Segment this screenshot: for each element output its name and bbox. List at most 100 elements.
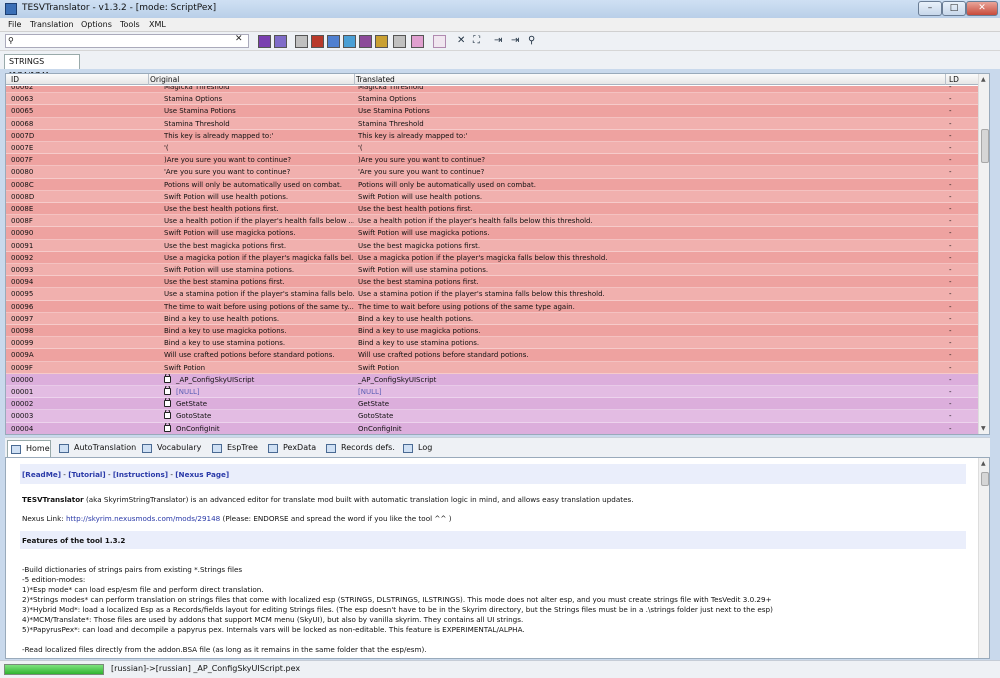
menu-tools[interactable]: Tools	[120, 20, 140, 29]
scroll-up-icon[interactable]: ▲	[981, 76, 986, 83]
cell-translated[interactable]: OnConfigInit	[358, 423, 938, 434]
tab-home[interactable]: Home	[7, 440, 51, 457]
export-icon[interactable]: ⇥	[494, 35, 502, 47]
tab-pexdata[interactable]: PexData	[265, 440, 317, 457]
table-row[interactable]: 00098 Bind a key to use magicka potions. B…	[6, 325, 978, 338]
filter-untranslated-button[interactable]	[258, 35, 271, 48]
strings-grid[interactable]: ID Original Translated LD 00062 Magicka T…	[5, 73, 990, 435]
filter-translated-button[interactable]	[327, 35, 340, 48]
table-row[interactable]: 0008D Swift Potion will use health potion…	[6, 190, 978, 203]
table-row[interactable]: 00092 Use a magicka potion if the player'…	[6, 251, 978, 264]
scroll-thumb[interactable]	[981, 472, 989, 486]
cell-translated[interactable]: Use Stamina Potions	[358, 105, 938, 117]
maximize-button[interactable]: □	[942, 1, 966, 16]
cell-translated[interactable]: Bind a key to use stamina potions.	[358, 337, 938, 349]
table-row[interactable]: 0008E Use the best health potions first. U…	[6, 203, 978, 216]
table-row[interactable]: 0007E '('(-	[6, 142, 978, 155]
table-row[interactable]: 00091 Use the best magicka potions first.…	[6, 239, 978, 252]
filter-all-button[interactable]	[295, 35, 308, 48]
cell-translated[interactable]: Potions will only be automatically used …	[358, 179, 938, 191]
col-translated-header[interactable]: Translated	[356, 75, 395, 84]
filter-hint-button[interactable]	[411, 35, 424, 48]
cell-translated[interactable]: GotoState	[358, 410, 938, 422]
cell-translated[interactable]: '(	[358, 142, 938, 154]
table-row[interactable]: 0007F)Are you sure you want to continue?…	[6, 154, 978, 167]
filter-misc-button[interactable]	[433, 35, 446, 48]
tab-vocabulary[interactable]: Vocabulary	[139, 440, 201, 457]
cell-translated[interactable]: Use the best magicka potions first.	[358, 240, 938, 252]
tutorial-link[interactable]: [Tutorial]	[68, 470, 106, 479]
column-separator[interactable]	[354, 74, 355, 85]
table-row[interactable]: 00065 Use Stamina Potions Use Stamina Poti…	[6, 105, 978, 118]
table-row[interactable]: 00080 'Are you sure you want to continue?…	[6, 166, 978, 179]
cell-translated[interactable]: Swift Potion	[358, 362, 938, 374]
cell-translated[interactable]: )Are you sure you want to continue?	[358, 154, 938, 166]
cell-translated[interactable]: GetState	[358, 398, 938, 410]
table-row[interactable]: 00062 Magicka Threshold Magicka Threshold -	[6, 86, 978, 94]
table-row[interactable]: 00003 GotoState GotoState -	[6, 410, 978, 423]
import-icon[interactable]: ⇥	[511, 35, 519, 47]
search-input[interactable]	[18, 35, 240, 47]
table-row[interactable]: 00001 [NULL] [NULL] -	[6, 386, 978, 399]
column-separator[interactable]	[148, 74, 149, 85]
readme-link[interactable]: [ReadMe]	[22, 470, 61, 479]
table-row[interactable]: 00094 Use the best stamina potions first.…	[6, 276, 978, 289]
table-row[interactable]: 00063 Stamina Options Stamina Options -	[6, 93, 978, 106]
filter-locked-button[interactable]	[359, 35, 372, 48]
filter-search-button[interactable]	[393, 35, 406, 48]
doc-scrollbar[interactable]: ▲	[978, 458, 989, 658]
menu-options[interactable]: Options	[81, 20, 112, 29]
cell-translated[interactable]: Bind a key to use health potions.	[358, 313, 938, 325]
table-row[interactable]: 00097 Bind a key to use health potions. Bi…	[6, 312, 978, 325]
col-id-header[interactable]: ID	[11, 75, 19, 84]
filter-incomplete-button[interactable]	[375, 35, 388, 48]
cell-translated[interactable]: Use a health potion if the player's heal…	[358, 215, 938, 227]
cell-translated[interactable]: Use a stamina potion if the player's sta…	[358, 288, 938, 300]
table-row[interactable]: 0008F Use a health potion if the player's…	[6, 215, 978, 228]
cell-translated[interactable]: The time to wait before using potions of…	[358, 301, 938, 313]
cell-translated[interactable]: Swift Potion will use health potions.	[358, 191, 938, 203]
menu-translation[interactable]: Translation	[30, 20, 74, 29]
menu-file[interactable]: File	[8, 20, 21, 29]
cell-translated[interactable]: Use the best stamina potions first.	[358, 276, 938, 288]
table-row[interactable]: 00004 OnConfigInit OnConfigInit -	[6, 422, 978, 434]
scroll-up-icon[interactable]: ▲	[981, 460, 986, 467]
cell-translated[interactable]: Stamina Threshold	[358, 118, 938, 130]
table-row[interactable]: 00090 Swift Potion will use magicka potio…	[6, 227, 978, 240]
table-row[interactable]: 00068 Stamina Threshold Stamina Threshold -	[6, 117, 978, 130]
cell-translated[interactable]: 'Are you sure you want to continue?	[358, 166, 938, 178]
close-button[interactable]: ✕	[966, 1, 998, 16]
cell-translated[interactable]: Swift Potion will use stamina potions.	[358, 264, 938, 276]
scroll-thumb[interactable]	[981, 129, 989, 163]
col-original-header[interactable]: Original	[150, 75, 179, 84]
close-filter-icon[interactable]: ✕	[457, 35, 465, 47]
scroll-down-icon[interactable]: ▼	[981, 425, 986, 432]
filter-partial-button[interactable]	[274, 35, 287, 48]
table-row[interactable]: 00093 Swift Potion will use stamina potio…	[6, 264, 978, 277]
table-row[interactable]: 00096 The time to wait before using potio…	[6, 300, 978, 313]
table-row[interactable]: 00095 Use a stamina potion if the player'…	[6, 288, 978, 301]
table-row[interactable]: 00002 GetState GetState -	[6, 398, 978, 411]
menu-xml[interactable]: XML	[149, 20, 166, 29]
cell-translated[interactable]: Swift Potion will use magicka potions.	[358, 227, 938, 239]
cell-translated[interactable]: _AP_ConfigSkyUIScript	[358, 374, 938, 386]
title-bar[interactable]: TESVTranslator - v1.3.2 - [mode: ScriptP…	[0, 0, 1000, 18]
table-row[interactable]: 0007D This key is already mapped to:' This…	[6, 129, 978, 142]
cell-translated[interactable]: Bind a key to use magicka potions.	[358, 325, 938, 337]
tab-esptree[interactable]: EspTree	[209, 440, 261, 457]
grid-scrollbar[interactable]: ▲ ▼	[978, 74, 989, 434]
table-row[interactable]: 0009A Will use crafted potions before sta…	[6, 349, 978, 362]
cell-translated[interactable]: Use a magicka potion if the player's mag…	[358, 252, 938, 264]
fullscreen-icon[interactable]: ⛶	[473, 35, 480, 47]
nexus-page-link[interactable]: [Nexus Page]	[175, 470, 229, 479]
cell-translated[interactable]: Use the best health potions first.	[358, 203, 938, 215]
tab-strings[interactable]: STRINGS [174/174]	[4, 54, 80, 80]
clear-search-icon[interactable]: ✕	[235, 34, 243, 44]
tab-records-defs[interactable]: Records defs.	[323, 440, 395, 457]
filter-validated-button[interactable]	[343, 35, 356, 48]
cell-translated[interactable]: Will use crafted potions before standard…	[358, 349, 938, 361]
table-row[interactable]: 00000 _AP_ConfigSkyUIScript _AP_ConfigSkyU…	[6, 373, 978, 386]
table-row[interactable]: 00099 Bind a key to use stamina potions. B…	[6, 337, 978, 350]
tab-autotranslation[interactable]: AutoTranslation	[56, 440, 136, 457]
cell-translated[interactable]: Magicka Threshold	[358, 86, 938, 93]
